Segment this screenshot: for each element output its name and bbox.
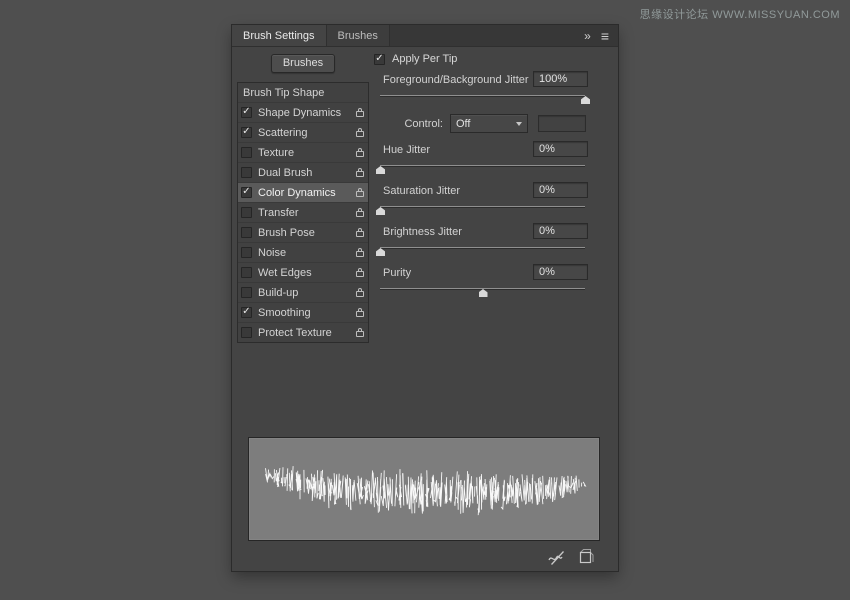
lock-icon[interactable] (356, 291, 364, 297)
sidebar-item-brush-tip-shape[interactable]: Brush Tip Shape (238, 83, 368, 103)
row-label: Shape Dynamics (258, 107, 341, 119)
panel-menu-icon[interactable]: ≡ (601, 29, 609, 43)
lock-icon[interactable] (356, 131, 364, 137)
lock-icon[interactable] (356, 271, 364, 277)
fgbg-jitter-label: Foreground/Background Jitter (383, 72, 529, 88)
lock-icon[interactable] (356, 111, 364, 117)
watermark: 思缘设计论坛 WWW.MISSYUAN.COM (640, 6, 840, 22)
slider-track (380, 247, 585, 248)
sidebar-item-texture[interactable]: Texture (238, 143, 368, 163)
desktop-background: 思缘设计论坛 WWW.MISSYUAN.COM Brush Settings B… (0, 0, 850, 600)
lock-icon[interactable] (356, 211, 364, 217)
brightness-jitter-slider[interactable] (380, 244, 585, 256)
fgbg-jitter-slider[interactable] (380, 92, 585, 104)
brightness-jitter-value[interactable]: 0% (533, 223, 588, 239)
panel-tab-bar: Brush Settings Brushes » ≡ (232, 25, 618, 47)
lock-icon[interactable] (356, 151, 364, 157)
apply-per-tip-label: Apply Per Tip (392, 53, 457, 65)
purity-slider[interactable] (380, 285, 585, 297)
checkbox[interactable] (241, 267, 252, 278)
row-label: Protect Texture (258, 327, 332, 339)
sidebar-item-brush-pose[interactable]: Brush Pose (238, 223, 368, 243)
checkbox[interactable] (241, 307, 252, 318)
row-label: Texture (258, 147, 294, 159)
saturation-jitter-value[interactable]: 0% (533, 182, 588, 198)
saturation-jitter-slider[interactable] (380, 203, 585, 215)
row-label: Dual Brush (258, 167, 312, 179)
tab-brush-settings[interactable]: Brush Settings (232, 25, 327, 46)
create-new-brush-icon[interactable] (577, 549, 594, 566)
sidebar-item-shape-dynamics[interactable]: Shape Dynamics (238, 103, 368, 123)
chevron-down-icon (516, 122, 522, 126)
control-dropdown[interactable]: Off (450, 114, 528, 133)
control-dropdown-value: Off (456, 118, 470, 130)
row-label: Transfer (258, 207, 299, 219)
row-label: Build-up (258, 287, 298, 299)
brush-settings-list: Brush Tip Shape Shape Dynamics Scatterin… (237, 82, 369, 343)
control-secondary-field (538, 115, 586, 132)
tab-brushes[interactable]: Brushes (327, 25, 390, 46)
row-label: Color Dynamics (258, 187, 336, 199)
sidebar-item-build-up[interactable]: Build-up (238, 283, 368, 303)
lock-icon[interactable] (356, 171, 364, 177)
checkbox[interactable] (241, 167, 252, 178)
row-label: Scattering (258, 127, 308, 139)
brush-stroke-preview (248, 437, 600, 541)
row-label: Wet Edges (258, 267, 312, 279)
sidebar-item-color-dynamics[interactable]: Color Dynamics (238, 183, 368, 203)
apply-per-tip-checkbox[interactable] (374, 54, 385, 65)
lock-icon[interactable] (356, 331, 364, 337)
checkbox[interactable] (241, 327, 252, 338)
lock-icon[interactable] (356, 191, 364, 197)
slider-track (380, 95, 585, 96)
slider-thumb[interactable] (376, 248, 385, 256)
panel-footer-icons (547, 549, 594, 566)
slider-thumb[interactable] (479, 289, 488, 297)
slider-track (380, 165, 585, 166)
slider-thumb[interactable] (376, 207, 385, 215)
watermark-text: 思缘设计论坛 WWW.MISSYUAN.COM (640, 9, 840, 21)
control-label: Control: (383, 115, 443, 133)
slider-track (380, 288, 585, 289)
live-brush-tip-preview-icon[interactable] (547, 549, 566, 566)
saturation-jitter-label: Saturation Jitter (383, 183, 460, 199)
collapse-panel-icon[interactable]: » (584, 30, 591, 42)
sidebar-item-protect-texture[interactable]: Protect Texture (238, 323, 368, 342)
lock-icon[interactable] (356, 311, 364, 317)
lock-icon[interactable] (356, 251, 364, 257)
sidebar-item-dual-brush[interactable]: Dual Brush (238, 163, 368, 183)
hue-jitter-value[interactable]: 0% (533, 141, 588, 157)
checkbox[interactable] (241, 207, 252, 218)
row-label: Noise (258, 247, 286, 259)
brushes-button[interactable]: Brushes (271, 54, 335, 73)
slider-thumb[interactable] (376, 166, 385, 174)
checkbox[interactable] (241, 287, 252, 298)
sidebar-item-wet-edges[interactable]: Wet Edges (238, 263, 368, 283)
slider-track (380, 206, 585, 207)
checkbox[interactable] (241, 227, 252, 238)
checkbox[interactable] (241, 247, 252, 258)
sidebar-item-scattering[interactable]: Scattering (238, 123, 368, 143)
lock-icon[interactable] (356, 231, 364, 237)
brightness-jitter-label: Brightness Jitter (383, 224, 462, 240)
tab-bar-icons: » ≡ (584, 25, 618, 46)
checkbox[interactable] (241, 147, 252, 158)
apply-per-tip-row: Apply Per Tip (374, 53, 457, 65)
row-label: Brush Pose (258, 227, 315, 239)
sidebar-item-transfer[interactable]: Transfer (238, 203, 368, 223)
purity-value[interactable]: 0% (533, 264, 588, 280)
row-label: Smoothing (258, 307, 311, 319)
purity-label: Purity (383, 265, 411, 281)
hue-jitter-slider[interactable] (380, 162, 585, 174)
checkbox[interactable] (241, 127, 252, 138)
checkbox[interactable] (241, 107, 252, 118)
slider-thumb[interactable] (581, 96, 590, 104)
hue-jitter-label: Hue Jitter (383, 142, 430, 158)
row-label: Brush Tip Shape (243, 87, 324, 99)
checkbox[interactable] (241, 187, 252, 198)
brush-settings-panel: Brush Settings Brushes » ≡ Brushes Brush… (232, 25, 618, 571)
sidebar-item-smoothing[interactable]: Smoothing (238, 303, 368, 323)
sidebar-item-noise[interactable]: Noise (238, 243, 368, 263)
fgbg-jitter-value[interactable]: 100% (533, 71, 588, 87)
